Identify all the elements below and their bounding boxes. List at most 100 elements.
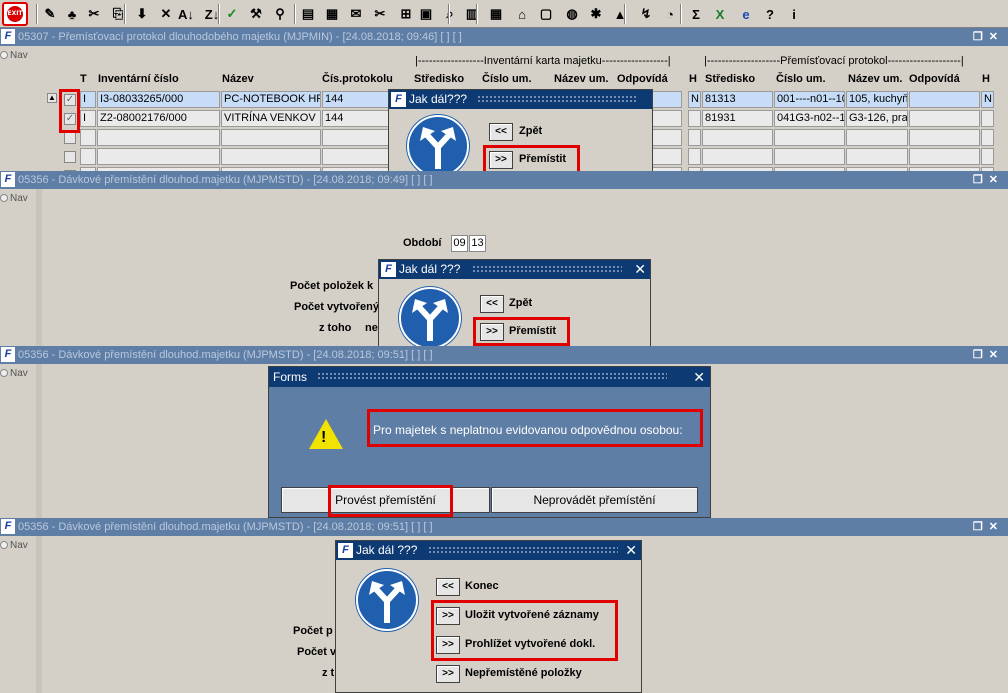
row-checkbox[interactable]: ✓ <box>64 113 76 125</box>
form-icon[interactable]: ▤ <box>298 4 318 24</box>
table-cell[interactable] <box>97 129 220 146</box>
window-controls[interactable]: ❐✕ <box>973 518 1004 536</box>
table-cell[interactable] <box>221 148 321 165</box>
help-icon[interactable]: ? <box>760 4 780 24</box>
table-cell[interactable]: I3-08033265/000 <box>97 91 220 108</box>
close-icon[interactable]: ✕ <box>693 367 705 387</box>
table-cell[interactable]: I <box>80 110 96 127</box>
row-checkbox[interactable] <box>64 151 76 163</box>
network-icon[interactable]: ✱ <box>586 4 606 24</box>
table-cell[interactable] <box>80 129 96 146</box>
table-cell[interactable] <box>909 91 980 108</box>
table-cell[interactable]: 144 <box>322 91 396 108</box>
nepremistene-button[interactable]: >> <box>436 665 460 683</box>
filter-icon[interactable]: ⚲ <box>270 4 290 24</box>
table-cell[interactable] <box>80 148 96 165</box>
info-icon[interactable]: i <box>784 4 804 24</box>
table-cell[interactable] <box>688 110 701 127</box>
table-cell[interactable] <box>652 148 682 165</box>
table-cell[interactable]: 81931 <box>702 110 773 127</box>
table-cell[interactable] <box>97 148 220 165</box>
nav-toggle[interactable]: Nav <box>0 540 36 551</box>
scissors-icon[interactable]: ✂ <box>370 4 390 24</box>
table-cell[interactable] <box>909 129 980 146</box>
building-icon[interactable]: ⌂ <box>512 4 532 24</box>
table-cell[interactable]: G3-126, pra <box>846 110 908 127</box>
grid-icon[interactable]: ▥ <box>462 4 482 24</box>
table-cell[interactable] <box>846 129 908 146</box>
pie-icon[interactable]: ◔ <box>660 4 680 24</box>
tree-icon[interactable]: ⊞ <box>396 4 416 24</box>
table-cell[interactable]: PC-NOTEBOOK HP <box>221 91 321 108</box>
table-cell[interactable]: 81313 <box>702 91 773 108</box>
table-cell[interactable] <box>688 148 701 165</box>
table-cell[interactable]: 041G3-n02--1 <box>774 110 845 127</box>
triangle-icon[interactable]: ▲ <box>610 4 630 24</box>
back-button[interactable]: << <box>489 123 513 141</box>
table-cell[interactable] <box>688 129 701 146</box>
paste-icon[interactable]: ✕ <box>156 4 176 24</box>
save-icon[interactable]: ✎ <box>40 4 60 24</box>
row-checkbox[interactable]: ✓ <box>64 94 76 106</box>
table-cell[interactable] <box>981 129 994 146</box>
provest-premisteni-button[interactable]: Provést přemístění <box>281 487 490 513</box>
magnifier-icon[interactable]: ⌕ <box>440 4 460 24</box>
table-cell[interactable] <box>846 148 908 165</box>
table-cell[interactable]: 144 <box>322 110 396 127</box>
table-cell[interactable] <box>909 110 980 127</box>
check-icon[interactable]: ✓ <box>222 4 242 24</box>
ulozit-button[interactable]: >> <box>436 607 460 625</box>
table-cell[interactable] <box>702 148 773 165</box>
mail-icon[interactable]: ✉ <box>346 4 366 24</box>
table-cell[interactable] <box>652 91 682 108</box>
calendar-icon[interactable]: ▣ <box>416 4 436 24</box>
konec-button[interactable]: << <box>436 578 460 596</box>
table-cell[interactable] <box>322 148 396 165</box>
table-cell[interactable] <box>322 129 396 146</box>
copy-icon[interactable]: ⬇ <box>132 4 152 24</box>
table-cell[interactable] <box>774 129 845 146</box>
exit-button[interactable]: EXIT <box>2 2 28 26</box>
window-controls[interactable]: ❐✕ <box>973 28 1004 46</box>
scroll-up-icon[interactable]: ▲ <box>47 93 57 103</box>
table-cell[interactable] <box>652 129 682 146</box>
user-icon[interactable]: ✂ <box>84 4 104 24</box>
wrench-icon[interactable]: ⚒ <box>246 4 266 24</box>
table-cell[interactable] <box>221 129 321 146</box>
table-cell[interactable] <box>981 148 994 165</box>
nav-toggle[interactable]: Nav <box>0 193 36 204</box>
move-button[interactable]: >> <box>489 151 513 169</box>
prohlizet-button[interactable]: >> <box>436 636 460 654</box>
nav-toggle[interactable]: Nav <box>0 368 36 379</box>
table-cell[interactable]: Z2-08002176/000 <box>97 110 220 127</box>
chart-icon[interactable]: ↯ <box>636 4 656 24</box>
table-cell[interactable] <box>652 110 682 127</box>
table-cell[interactable]: I <box>80 91 96 108</box>
globe-icon[interactable]: ◍ <box>562 4 582 24</box>
obdobi-year[interactable]: 13 <box>469 235 486 252</box>
nav-toggle[interactable]: Nav <box>0 50 36 61</box>
window-controls[interactable]: ❐✕ <box>973 346 1004 364</box>
neprovadet-premisteni-button[interactable]: Neprovádět přemístění <box>491 487 698 513</box>
close-icon[interactable]: ✕ <box>634 260 646 279</box>
document-icon[interactable]: ▢ <box>536 4 556 24</box>
table-cell[interactable]: 105, kuchyň <box>846 91 908 108</box>
table-cell[interactable] <box>774 148 845 165</box>
table-cell[interactable]: 001----n01--10 <box>774 91 845 108</box>
table-cell[interactable]: N <box>981 91 994 108</box>
sum-icon[interactable]: Σ <box>686 4 706 24</box>
back-button[interactable]: << <box>480 295 504 313</box>
print-icon[interactable]: ♣ <box>62 4 82 24</box>
close-icon[interactable]: ✕ <box>625 541 637 560</box>
sort-asc-icon[interactable]: A↓ <box>176 4 196 24</box>
table-cell[interactable] <box>981 110 994 127</box>
list-icon[interactable]: ▦ <box>322 4 342 24</box>
table-cell[interactable]: N <box>688 91 701 108</box>
table-cell[interactable]: VITRÍNA VENKOV <box>221 110 321 127</box>
table-cell[interactable] <box>702 129 773 146</box>
ie-icon[interactable]: e <box>736 4 756 24</box>
grid2-icon[interactable]: ▦ <box>486 4 506 24</box>
excel-icon[interactable]: X <box>710 4 730 24</box>
row-checkbox[interactable] <box>64 132 76 144</box>
window-controls[interactable]: ❐✕ <box>973 171 1004 189</box>
